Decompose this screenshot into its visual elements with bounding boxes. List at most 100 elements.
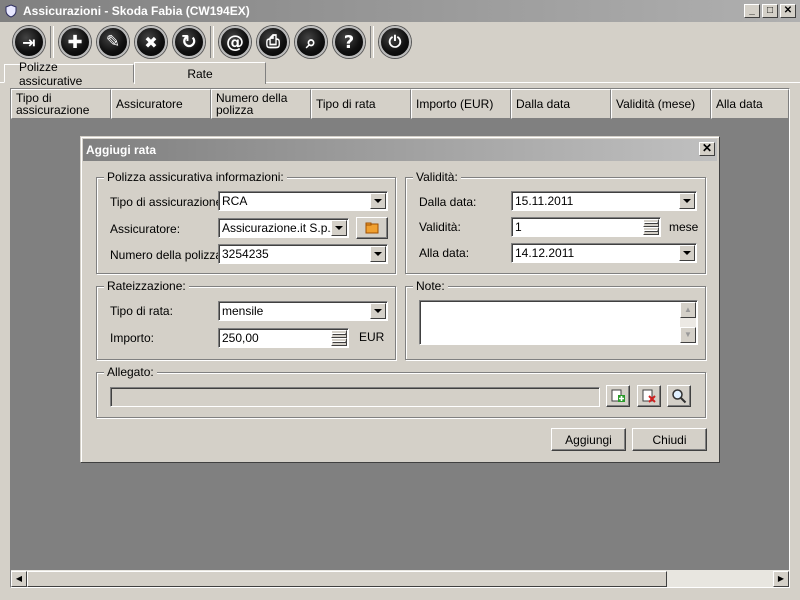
window-titlebar: Assicurazioni - Skoda Fabia (CW194EX) _ … [0,0,800,22]
insurance-type-select[interactable]: RCA [218,191,388,211]
notes-scrollbar[interactable]: ▲ ▼ [680,302,696,343]
validity-unit: mese [669,220,699,234]
insurer-value: Assicurazione.it S.p.A. [222,221,331,235]
add-file-icon [611,389,625,402]
exit-icon: ⇥ [13,26,45,58]
remove-attachment-button[interactable] [637,385,661,407]
x-icon: ✖ [135,26,167,58]
scroll-left-icon[interactable]: ◀ [11,570,27,587]
chevron-down-icon[interactable] [370,193,386,209]
chevron-down-icon[interactable] [679,245,695,261]
close-window-button[interactable]: ✕ [780,4,796,18]
attachment-group: Allegato: [96,365,706,418]
scroll-track[interactable] [27,570,773,587]
toolbar-separator [50,26,54,58]
from-date-label: Dalla data: [419,195,477,209]
folder-icon [365,222,379,234]
chevron-down-icon[interactable] [331,220,347,236]
column-header-importo[interactable]: Importo (EUR) [411,89,511,119]
tab-polizze-assicurative[interactable]: Polizze assicurative [4,60,134,88]
edit-button[interactable]: ✎ [94,23,132,61]
column-header-numero-polizza[interactable]: Numero della polizza [211,89,311,119]
column-header-alla-data[interactable]: Alla data [711,89,789,119]
add-attachment-button[interactable] [606,385,630,407]
scroll-down-icon[interactable]: ▼ [680,327,696,343]
search-button[interactable]: ⌕ [292,23,330,61]
column-header-tipo-assicurazione[interactable]: Tipo di assicurazione [11,89,111,119]
toolbar: ⇥ ✚ ✎ ✖ ↻ @ ⎙ ⌕ ? ⏻ [0,22,800,62]
installment-type-value: mensile [222,304,264,318]
grid-header: Tipo di assicurazione Assicuratore Numer… [11,89,789,119]
email-button[interactable]: @ [216,23,254,61]
add-button[interactable]: ✚ [56,23,94,61]
add-button[interactable]: Aggiungi [551,428,626,451]
validity-group: Validità: Dalla data: 15.11.2011 Validit… [405,170,706,274]
toolbar-separator [370,26,374,58]
scroll-right-icon[interactable]: ▶ [773,570,789,587]
tab-strip: Polizze assicurative Rate [4,60,266,88]
scroll-up-icon[interactable]: ▲ [680,302,696,318]
chevron-down-icon[interactable] [370,303,386,319]
amount-label: Importo: [110,331,155,345]
spin-down-icon[interactable] [331,338,347,346]
chevron-down-icon[interactable] [679,193,695,209]
insurer-details-button[interactable] [356,217,388,239]
view-attachment-button[interactable] [667,385,691,407]
spin-up-icon[interactable] [643,219,659,227]
power-icon: ⏻ [379,26,411,58]
column-header-validita[interactable]: Validità (mese) [611,89,711,119]
tab-rate[interactable]: Rate [134,62,266,84]
window-title: Assicurazioni - Skoda Fabia (CW194EX) [23,4,250,18]
question-icon: ? [333,26,365,58]
attachment-field [110,387,600,407]
insurance-type-label: Tipo di assicurazione: [110,195,226,209]
app-icon [5,4,17,18]
exit-button[interactable]: ⇥ [10,23,48,61]
power-button[interactable]: ⏻ [376,23,414,61]
refresh-button[interactable]: ↻ [170,23,208,61]
amount-stepper[interactable]: 250,00 [218,328,349,348]
to-date-label: Alla data: [419,246,470,260]
spin-up-icon[interactable] [331,330,347,338]
column-header-dalla-data[interactable]: Dalla data [511,89,611,119]
spin-buttons[interactable] [331,330,347,346]
installment-group: Rateizzazione: Tipo di rata: mensile Imp… [96,279,396,360]
delete-file-icon [642,389,656,403]
policy-info-legend: Polizza assicurativa informazioni: [104,170,287,184]
magnifier-icon [672,389,687,404]
spin-buttons[interactable] [643,219,659,235]
validity-legend: Validità: [413,170,461,184]
maximize-button[interactable]: □ [762,4,778,18]
validity-label: Validità: [419,220,461,234]
column-header-assicuratore[interactable]: Assicuratore [111,89,211,119]
notes-textarea[interactable]: ▲ ▼ [419,300,698,345]
installment-type-select[interactable]: mensile [218,301,388,321]
installment-type-label: Tipo di rata: [110,304,173,318]
column-header-tipo-rata[interactable]: Tipo di rata [311,89,411,119]
policy-number-value: 3254235 [222,247,269,261]
print-button[interactable]: ⎙ [254,23,292,61]
toolbar-separator [210,26,214,58]
horizontal-scrollbar[interactable]: ◀ ▶ [11,570,789,587]
installment-legend: Rateizzazione: [104,279,189,293]
insurer-select[interactable]: Assicurazione.it S.p.A. [218,218,349,238]
validity-value: 1 [515,220,522,234]
insurance-type-value: RCA [222,194,248,208]
printer-icon: ⎙ [257,26,289,58]
to-date-picker[interactable]: 14.12.2011 [511,243,697,263]
from-date-picker[interactable]: 15.11.2011 [511,191,697,211]
spin-down-icon[interactable] [643,227,659,235]
minimize-button[interactable]: _ [744,4,760,18]
chevron-down-icon[interactable] [370,246,386,262]
delete-button[interactable]: ✖ [132,23,170,61]
amount-unit: EUR [359,330,385,344]
dialog-close-button[interactable]: ✕ [699,142,715,156]
at-icon: @ [219,26,251,58]
validity-stepper[interactable]: 1 [511,217,661,237]
help-button[interactable]: ? [330,23,368,61]
close-button[interactable]: Chiudi [632,428,707,451]
policy-number-label: Numero della polizza: [110,248,226,262]
policy-number-select[interactable]: 3254235 [218,244,388,264]
scroll-thumb[interactable] [27,570,667,587]
notes-legend: Note: [413,279,448,293]
